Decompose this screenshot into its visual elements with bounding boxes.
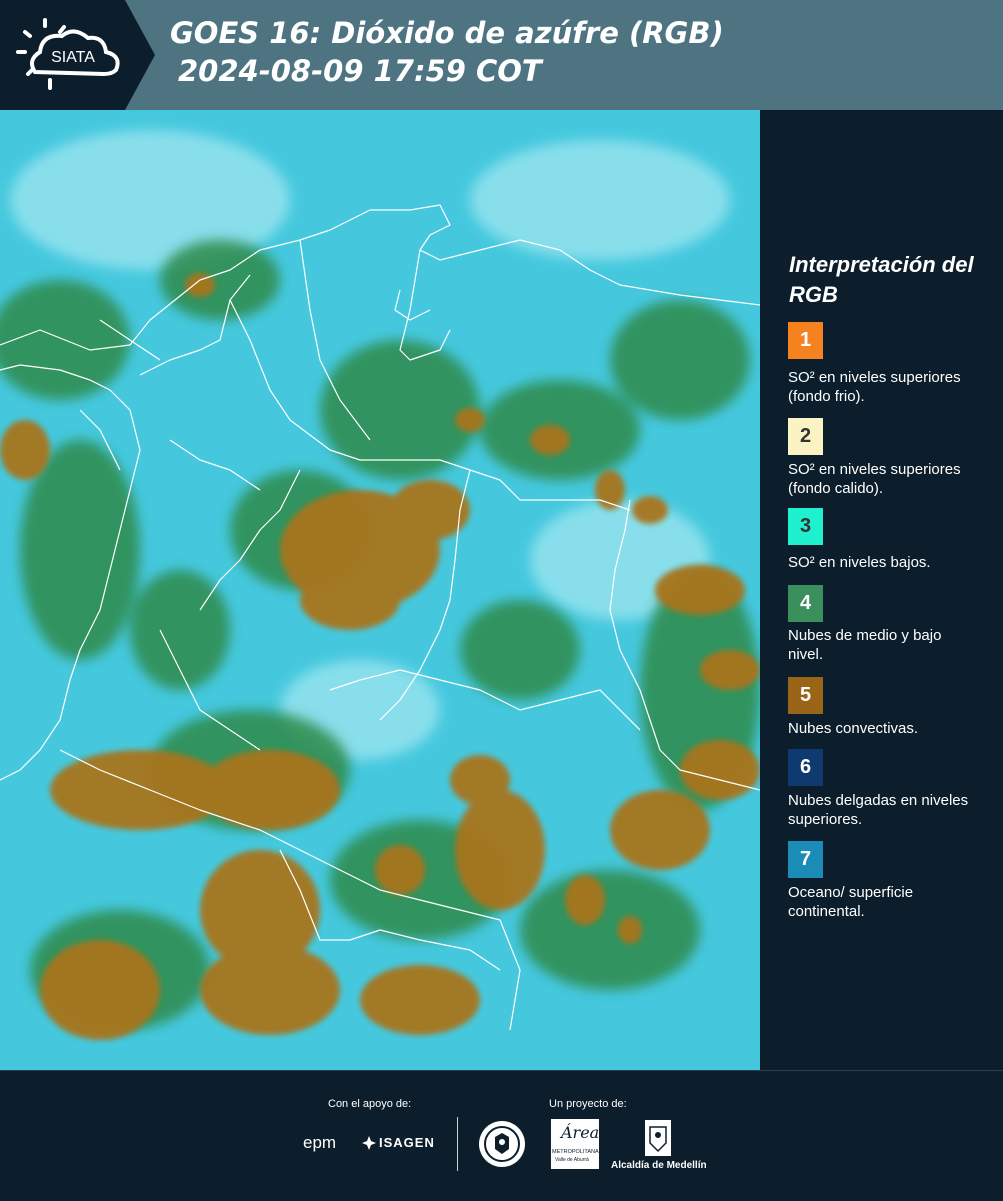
alcaldia-crest-icon [644, 1119, 672, 1162]
satellite-map[interactable] [0, 110, 760, 1070]
legend-label-6: Nubes delgadas en niveles superiores. [788, 792, 969, 828]
legend-swatch-2: 2 [788, 418, 823, 455]
legend-swatch-1: 1 [788, 322, 823, 359]
legend-label-2: SO² en niveles superiores (fondo calido)… [788, 461, 961, 497]
legend-swatch-7: 7 [788, 841, 823, 878]
header-bar: SIATA GOES 16: Dióxido de azúfre (RGB) 2… [0, 0, 1003, 110]
legend-label-4: Nubes de medio y bajo nivel. [788, 627, 942, 663]
footer-divider [457, 1117, 458, 1171]
alcaldia-label: Alcaldía de Medellín [611, 1160, 707, 1171]
epm-logo[interactable]: epm [303, 1133, 336, 1153]
page-title: GOES 16: Dióxido de azúfre (RGB) [170, 16, 724, 50]
footer: Con el apoyo de: Un proyecto de: epm ISA… [0, 1070, 1003, 1201]
legend-label-5: Nubes convectivas. [788, 720, 919, 737]
legend-panel: Interpretación del RGB 1 SO² en niveles … [760, 110, 1003, 1070]
isagen-logo[interactable]: ISAGEN [379, 1135, 435, 1150]
timestamp: 2024-08-09 17:59 COT [178, 54, 542, 88]
area-metropolitana-logo[interactable]: Área METROPOLITANA Valle de Aburrá [551, 1119, 599, 1169]
project-label: Un proyecto de: [549, 1098, 627, 1110]
legend-label-7: Oceano/ superficie continental. [788, 884, 914, 920]
siata-logo[interactable]: SIATA [0, 0, 155, 110]
area-subtitle2: Valle de Aburrá [555, 1157, 589, 1163]
logo-text: SIATA [51, 49, 95, 66]
area-text: Área [561, 1123, 600, 1142]
isagen-icon [361, 1135, 377, 1156]
legend-swatch-3: 3 [788, 508, 823, 545]
support-label: Con el apoyo de: [328, 1098, 412, 1110]
legend-label-1: SO² en niveles superiores (fondo frio). [788, 369, 961, 405]
legend-swatch-5: 5 [788, 677, 823, 714]
medellin-seal[interactable] [477, 1119, 527, 1174]
area-subtitle: METROPOLITANA [552, 1149, 599, 1155]
legend-swatch-4: 4 [788, 585, 823, 622]
legend-swatch-6: 6 [788, 749, 823, 786]
legend-label-3: SO² en niveles bajos. [788, 554, 931, 571]
legend-title: Interpretación del RGB [789, 252, 974, 307]
